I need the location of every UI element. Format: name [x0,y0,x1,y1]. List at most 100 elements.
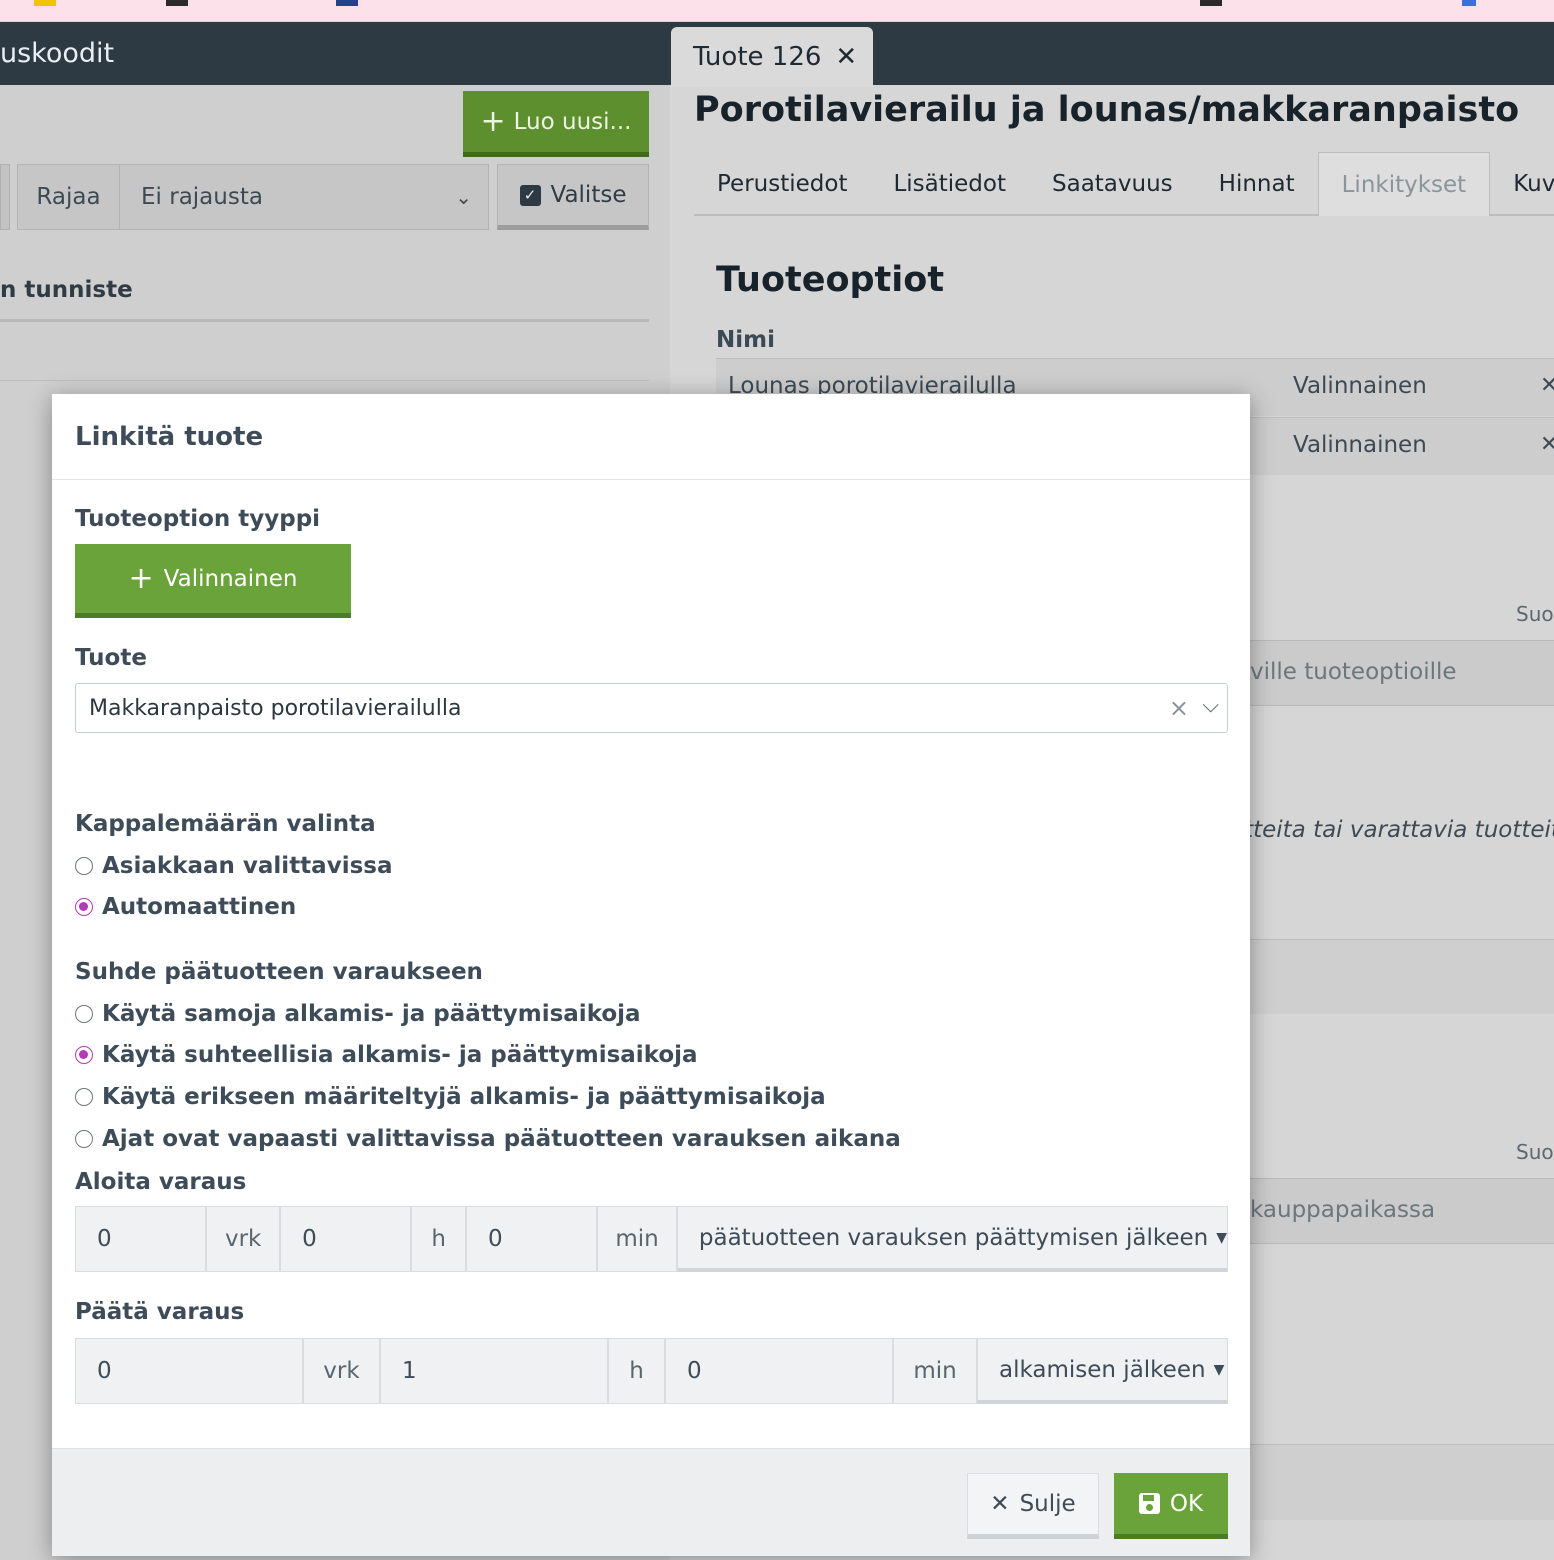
list-header: uskoodit [0,22,670,85]
truncated-label: Suo [1516,602,1554,626]
radio-button[interactable] [75,857,93,875]
product-header: Tuote 126 ✕ [670,22,1554,87]
end-reference-value: alkamisen jälkeen [999,1356,1206,1383]
option-type-label: Tuoteoption tyyppi [75,506,321,532]
close-button[interactable]: ✕ Sulje [967,1473,1099,1539]
option-type-button-label: Valinnainen [163,565,298,592]
checkbox-icon: ✓ [519,184,541,206]
dialog-header: Linkitä tuote [52,394,1250,480]
radio-relation-relative[interactable]: Käytä suhteellisia alkamis- ja päättymis… [75,1042,698,1068]
radio-button[interactable] [75,898,93,916]
dialog-footer: ✕ Sulje OK [52,1448,1250,1556]
bookmark-icon[interactable] [1200,0,1222,6]
radio-label: Käytä erikseen määriteltyjä alkamis- ja … [102,1084,826,1110]
tab-saatavuus[interactable]: Saatavuus [1029,152,1196,216]
tab-lisatiedot[interactable]: Lisätiedot [870,152,1029,216]
option-type-button[interactable]: + Valinnainen [75,544,351,618]
end-days-input[interactable]: 0 [75,1338,303,1404]
product-tabs: Perustiedot Lisätiedot Saatavuus Hinnat … [694,152,1554,216]
end-booking-label: Päätä varaus [75,1299,245,1325]
chevron-down-icon: ⌄ [455,185,472,209]
truncated-label: Suo [1516,1140,1554,1164]
row-divider [0,380,649,381]
end-minutes-input[interactable]: 0 [665,1338,893,1404]
create-new-button[interactable]: + Luo uusi... [463,91,649,157]
radio-label: Ajat ovat vapaasti valittavissa päätuott… [102,1126,901,1152]
days-unit: vrk [303,1338,380,1404]
plus-icon: + [128,560,154,596]
plus-icon: + [480,103,506,139]
radio-relation-free[interactable]: Ajat ovat vapaasti valittavissa päätuott… [75,1126,901,1152]
bookmark-icon[interactable] [34,0,56,6]
radio-quantity-customer[interactable]: Asiakkaan valittavissa [75,853,392,879]
hint-text: otteita tai varattavia tuotteita [1230,817,1554,843]
remove-icon[interactable]: ✕ [1540,373,1554,398]
row-type: Valinnainen [1293,373,1427,399]
hours-unit: h [608,1338,665,1404]
bookmark-icon[interactable] [1462,0,1476,6]
remove-icon[interactable]: ✕ [1540,432,1554,457]
start-days-input[interactable]: 0 [75,1206,207,1272]
start-offset-group: 0 vrk 0 h 0 min päätuotteen varauksen pä… [75,1206,1229,1272]
tab-product[interactable]: Tuote 126 ✕ [671,27,873,87]
radio-label: Asiakkaan valittavissa [102,853,393,879]
close-button-label: Sulje [1019,1491,1076,1517]
end-hours-input[interactable]: 1 [380,1338,608,1404]
start-booking-label: Aloita varaus [75,1169,247,1195]
product-select[interactable]: Makkaranpaisto porotilavierailulla × ⌵ [75,683,1228,733]
info-bar-text: ville tuoteoptioille [1250,659,1457,685]
close-icon: ✕ [990,1491,1010,1517]
filter-value: Ei rajausta [141,184,263,210]
filter-label: Rajaa [17,164,120,230]
product-select-value: Makkaranpaisto porotilavierailulla [89,695,462,721]
chevron-down-icon[interactable]: ⌵ [1202,693,1219,718]
column-header-name: Nimi [716,327,775,353]
select-button-label: Valitse [550,182,627,208]
dialog-title: Linkitä tuote [75,422,264,452]
quantity-label: Kappalemäärän valinta [75,811,376,837]
close-icon[interactable]: ✕ [835,42,857,72]
caret-down-icon: ▼ [1213,1361,1225,1378]
ok-button-label: OK [1169,1490,1204,1517]
bookmark-icon[interactable] [166,0,188,6]
header-divider [0,319,649,322]
radio-label: Käytä suhteellisia alkamis- ja päättymis… [102,1042,698,1068]
radio-relation-custom[interactable]: Käytä erikseen määriteltyjä alkamis- ja … [75,1084,826,1110]
list-title: uskoodit [0,38,115,69]
start-minutes-input[interactable]: 0 [466,1206,598,1272]
end-offset-group: 0 vrk 1 h 0 min alkamisen jälkeen ▼ [75,1338,1228,1404]
radio-label: Automaattinen [102,894,297,920]
radio-label: Käytä samoja alkamis- ja päättymisaikoja [102,1001,641,1027]
tab-kuvat[interactable]: Kuvat [1490,152,1554,216]
column-header-identifier: n tunniste [0,277,133,303]
minutes-unit: min [893,1338,977,1404]
clear-icon[interactable]: × [1169,694,1189,722]
radio-button[interactable] [75,1046,93,1064]
radio-button[interactable] [75,1088,93,1106]
start-reference-dropdown[interactable]: päätuotteen varauksen päättymisen jälkee… [676,1206,1229,1272]
row-type: Valinnainen [1293,432,1427,458]
filter-stub[interactable] [0,164,10,230]
radio-quantity-automatic[interactable]: Automaattinen [75,894,296,920]
tab-linkitykset[interactable]: Linkitykset [1317,152,1491,216]
filter-select[interactable]: Ei rajausta ⌄ [119,164,489,230]
tab-perustiedot[interactable]: Perustiedot [694,152,870,216]
radio-button[interactable] [75,1005,93,1023]
hours-unit: h [411,1206,467,1272]
radio-relation-same[interactable]: Käytä samoja alkamis- ja päättymisaikoja [75,1001,641,1027]
tab-hinnat[interactable]: Hinnat [1196,152,1318,216]
days-unit: vrk [206,1206,281,1272]
ok-button[interactable]: OK [1114,1473,1228,1539]
radio-button[interactable] [75,1130,93,1148]
minutes-unit: min [597,1206,677,1272]
start-hours-input[interactable]: 0 [280,1206,412,1272]
page-title: Porotilavierailu ja lounas/makkaranpaist… [694,90,1520,130]
save-icon [1138,1493,1160,1514]
create-new-label: Luo uusi... [513,108,632,135]
bookmark-icon[interactable] [336,0,358,6]
end-reference-dropdown[interactable]: alkamisen jälkeen ▼ [977,1338,1228,1404]
start-reference-value: päätuotteen varauksen päättymisen jälkee… [698,1224,1209,1251]
tab-product-label: Tuote 126 [693,42,822,72]
relation-label: Suhde päätuotteen varaukseen [75,959,483,985]
select-button[interactable]: ✓ Valitse [497,164,649,230]
